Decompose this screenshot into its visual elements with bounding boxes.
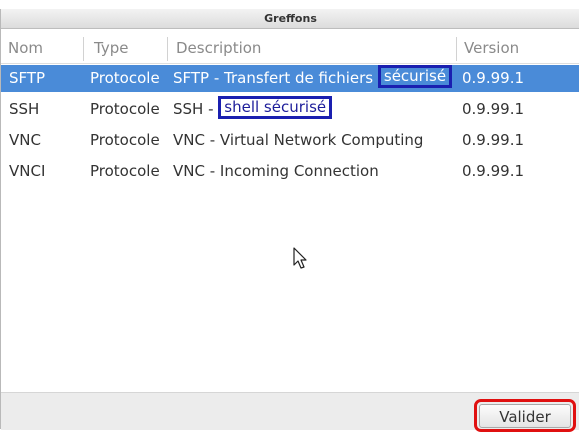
column-header-version[interactable]: Version [457,29,577,63]
dialog-title: Greffons [1,9,579,29]
cell-version: 0.9.99.1 [462,69,525,87]
cell-type: Protocole [90,162,160,180]
cell-type: Protocole [90,131,160,149]
mouse-pointer-icon [293,247,307,269]
valider-button[interactable]: Valider [479,404,571,428]
highlight-box: shell sécurisé [218,96,333,119]
table-row-sftp[interactable]: SFTP Protocole SFTP - Transfert de fichi… [1,65,579,92]
description-text: SSH - [173,100,219,118]
cell-type: Protocole [90,100,160,118]
highlight-box: sécurisé [377,65,453,88]
cell-description: SSH - shell sécurisé [173,96,333,123]
cell-description: SFTP - Transfert de fichiers sécurisé [173,65,453,92]
cell-type: Protocole [90,69,160,87]
column-header-type[interactable]: Type [87,29,167,63]
plugins-dialog: Greffons Nom Type Description Version SF… [0,9,579,432]
cell-version: 0.9.99.1 [462,131,525,149]
cell-name: VNCI [9,162,46,180]
cell-name: VNC [9,131,41,149]
table-header: Nom Type Description Version [1,29,579,64]
table-row-ssh[interactable]: SSH Protocole SSH - shell sécurisé 0.9.9… [1,96,579,123]
dialog-footer: Valider [1,392,579,432]
cell-description: VNC - Virtual Network Computing [173,131,424,149]
cell-name: SFTP [9,69,46,87]
column-header-nom[interactable]: Nom [1,29,81,63]
table-row-vnci[interactable]: VNCI Protocole VNC - Incoming Connection… [1,158,579,185]
cell-version: 0.9.99.1 [462,100,525,118]
column-header-description[interactable]: Description [169,29,455,63]
description-text: SFTP - Transfert de fichiers [173,69,378,87]
cell-version: 0.9.99.1 [462,162,525,180]
table-row-vnc[interactable]: VNC Protocole VNC - Virtual Network Comp… [1,127,579,154]
cell-name: SSH [9,100,40,118]
cell-description: VNC - Incoming Connection [173,162,379,180]
column-separator[interactable] [167,37,168,61]
background-strip [0,0,579,9]
column-separator[interactable] [83,37,84,61]
